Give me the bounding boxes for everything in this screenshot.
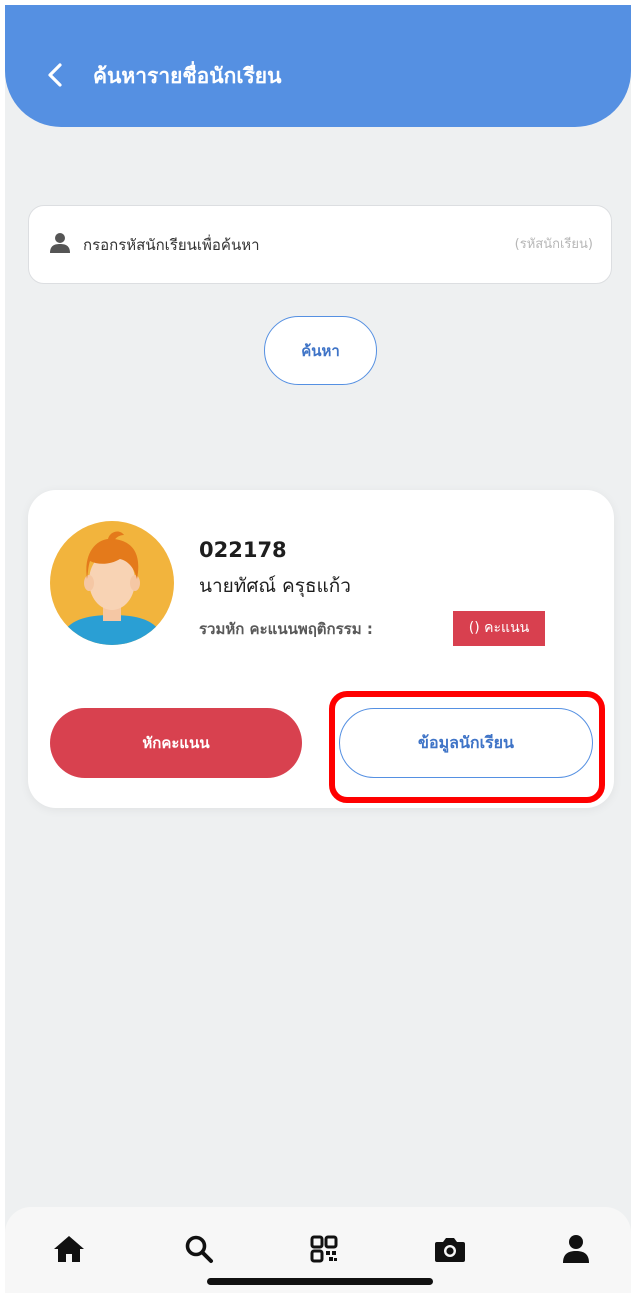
app-screen: ค้นหารายชื่อนักเรียน กรอกรหัสนักเรียนเพื… [5,5,631,1293]
chevron-left-icon[interactable] [41,59,69,91]
user-icon [49,232,71,254]
score-badge: () คะแนน [453,611,545,646]
search-hint: (รหัสนักเรียน) [514,237,593,252]
score-label: รวมหัก คะแนนพฤติกรรม : [199,620,373,638]
camera-icon[interactable] [432,1231,468,1267]
student-id-search-field[interactable]: กรอกรหัสนักเรียนเพื่อค้นหา (รหัสนักเรียน… [28,205,612,284]
search-placeholder: กรอกรหัสนักเรียนเพื่อค้นหา [83,236,260,254]
search-icon[interactable] [181,1231,217,1267]
student-id: 022178 [199,538,287,562]
bottom-tab-bar [5,1207,631,1293]
deduct-points-button[interactable]: หักคะแนน [50,708,302,778]
student-name: นายทัศณ์ ครุธแก้ว [199,575,351,597]
highlight-annotation [329,691,605,803]
qr-code-icon[interactable] [306,1231,342,1267]
search-button[interactable]: ค้นหา [264,316,377,385]
header-bar: ค้นหารายชื่อนักเรียน [5,5,631,127]
home-icon[interactable] [51,1231,87,1267]
profile-icon[interactable] [558,1231,594,1267]
page-title: ค้นหารายชื่อนักเรียน [93,64,282,88]
student-avatar [50,521,174,645]
home-indicator [207,1278,433,1285]
